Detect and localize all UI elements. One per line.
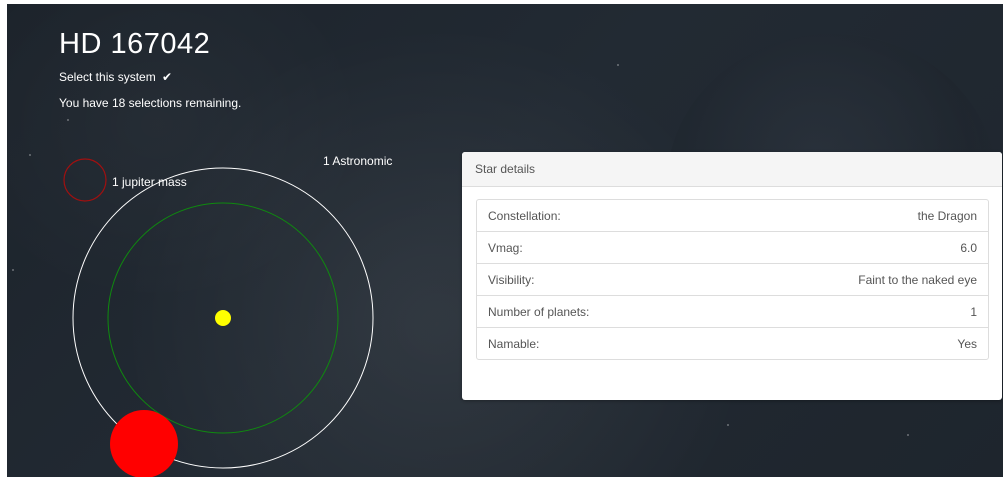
detail-label: Vmag:	[488, 240, 523, 255]
mass-reference-circle	[63, 158, 107, 202]
orbit-distance-label: 1 Astronomic	[323, 154, 393, 168]
detail-value: Yes	[957, 336, 977, 351]
host-star	[215, 310, 231, 326]
star-details-list: Constellation: the Dragon Vmag: 6.0 Visi…	[476, 199, 989, 360]
panel-heading: Star details	[462, 152, 1002, 187]
detail-row-namable: Namable: Yes	[476, 327, 989, 360]
planet	[110, 410, 178, 477]
background-star	[907, 434, 909, 436]
star-details-panel: Star details Constellation: the Dragon V…	[462, 152, 1002, 400]
detail-value: 1	[970, 304, 977, 319]
detail-label: Namable:	[488, 336, 540, 351]
system-viewer: HD 167042 Select this system ✔ You have …	[7, 4, 1003, 477]
detail-row-visibility: Visibility: Faint to the naked eye	[476, 263, 989, 296]
detail-value: 6.0	[960, 240, 977, 255]
background-star	[617, 64, 619, 66]
background-star	[727, 424, 729, 426]
detail-row-constellation: Constellation: the Dragon	[476, 199, 989, 232]
detail-label: Number of planets:	[488, 304, 590, 319]
detail-value: the Dragon	[917, 208, 977, 223]
detail-label: Constellation:	[488, 208, 561, 223]
orbit-diagram	[63, 158, 374, 477]
mass-reference-label: 1 jupiter mass	[112, 175, 187, 189]
detail-row-number-of-planets: Number of planets: 1	[476, 295, 989, 328]
detail-label: Visibility:	[488, 272, 535, 287]
detail-row-vmag: Vmag: 6.0	[476, 231, 989, 264]
detail-value: Faint to the naked eye	[858, 272, 977, 287]
